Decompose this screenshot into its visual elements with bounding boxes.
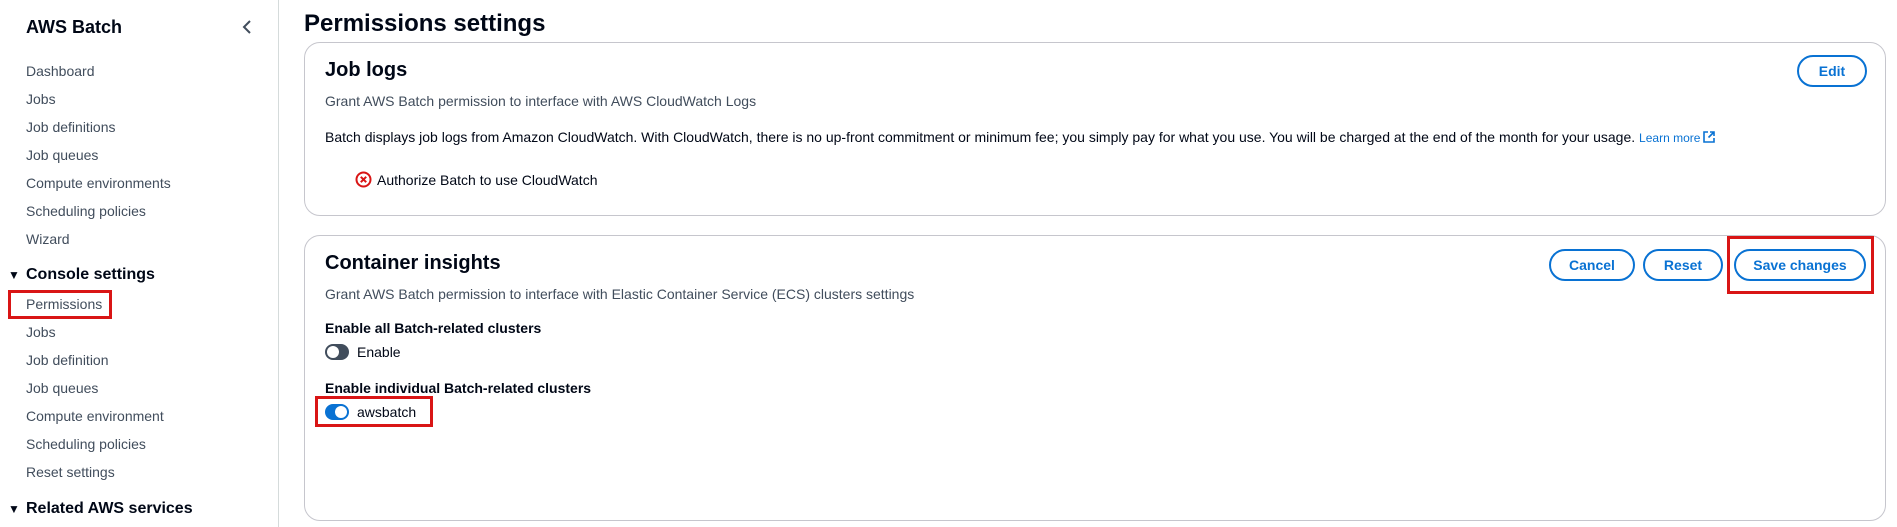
sidebar-item-wizard[interactable]: Wizard	[26, 231, 70, 247]
all-clusters-label: Enable all Batch-related clusters	[325, 320, 542, 336]
container-insights-description: Grant AWS Batch permission to interface …	[325, 286, 915, 302]
job-logs-info: Batch displays job logs from Amazon Clou…	[325, 129, 1716, 145]
job-logs-panel: Job logs Edit Grant AWS Batch permission…	[304, 42, 1886, 216]
cancel-button[interactable]: Cancel	[1549, 249, 1635, 281]
awsbatch-toggle-row[interactable]: awsbatch	[325, 404, 416, 420]
page-title: Permissions settings	[304, 10, 546, 37]
awsbatch-toggle-label[interactable]: awsbatch	[357, 404, 416, 420]
chevron-left-icon[interactable]	[240, 17, 254, 37]
individual-clusters-label: Enable individual Batch-related clusters	[325, 380, 592, 396]
job-logs-info-text: Batch displays job logs from Amazon Clou…	[325, 129, 1636, 145]
all-clusters-toggle-row[interactable]: Enable	[325, 344, 401, 360]
sidebar-item-reset-settings[interactable]: Reset settings	[26, 464, 115, 480]
toggle-knob	[327, 346, 339, 358]
sidebar-item-console-job-queues[interactable]: Job queues	[26, 380, 98, 396]
edit-button[interactable]: Edit	[1797, 55, 1867, 87]
learn-more-link[interactable]: Learn more	[1639, 131, 1716, 145]
container-insights-title: Container insights	[325, 252, 501, 274]
cloudwatch-status: Authorize Batch to use CloudWatch	[355, 171, 598, 188]
all-clusters-toggle-label[interactable]: Enable	[357, 344, 401, 360]
sidebar-item-console-scheduling-policies[interactable]: Scheduling policies	[26, 436, 146, 452]
sidebar-section-label: Related AWS services	[26, 500, 193, 517]
sidebar-item-console-jobs[interactable]: Jobs	[26, 324, 56, 340]
external-link-icon	[1703, 131, 1716, 143]
toggle-knob	[335, 406, 347, 418]
sidebar-section-label: Console settings	[26, 266, 155, 283]
sidebar-section-related-services[interactable]: ▼ Related AWS services	[8, 500, 193, 518]
job-logs-description: Grant AWS Batch permission to interface …	[325, 93, 757, 109]
sidebar-item-jobs[interactable]: Jobs	[26, 91, 56, 107]
cloudwatch-status-text: Authorize Batch to use CloudWatch	[377, 171, 598, 188]
learn-more-label[interactable]: Learn more	[1639, 131, 1700, 145]
caret-down-icon: ▼	[8, 268, 20, 282]
sidebar-item-compute-environments[interactable]: Compute environments	[26, 175, 171, 191]
job-logs-title: Job logs	[325, 59, 408, 81]
sidebar: AWS Batch Dashboard Jobs Job definitions…	[0, 0, 279, 527]
caret-down-icon: ▼	[8, 502, 20, 516]
sidebar-section-console-settings[interactable]: ▼ Console settings	[8, 266, 155, 284]
all-clusters-toggle[interactable]	[325, 344, 349, 360]
sidebar-item-job-queues[interactable]: Job queues	[26, 147, 98, 163]
sidebar-item-job-definitions[interactable]: Job definitions	[26, 119, 116, 135]
sidebar-item-job-definition[interactable]: Job definition	[26, 352, 109, 368]
save-changes-button[interactable]: Save changes	[1734, 249, 1866, 281]
reset-button[interactable]: Reset	[1643, 249, 1723, 281]
sidebar-item-scheduling-policies[interactable]: Scheduling policies	[26, 203, 146, 219]
sidebar-title[interactable]: AWS Batch	[26, 17, 122, 38]
awsbatch-toggle[interactable]	[325, 404, 349, 420]
container-insights-panel: Container insights Cancel Reset Save cha…	[304, 235, 1886, 521]
error-icon	[355, 171, 372, 188]
sidebar-item-compute-environment[interactable]: Compute environment	[26, 408, 164, 424]
sidebar-item-dashboard[interactable]: Dashboard	[26, 63, 95, 79]
sidebar-item-permissions[interactable]: Permissions	[26, 296, 102, 312]
